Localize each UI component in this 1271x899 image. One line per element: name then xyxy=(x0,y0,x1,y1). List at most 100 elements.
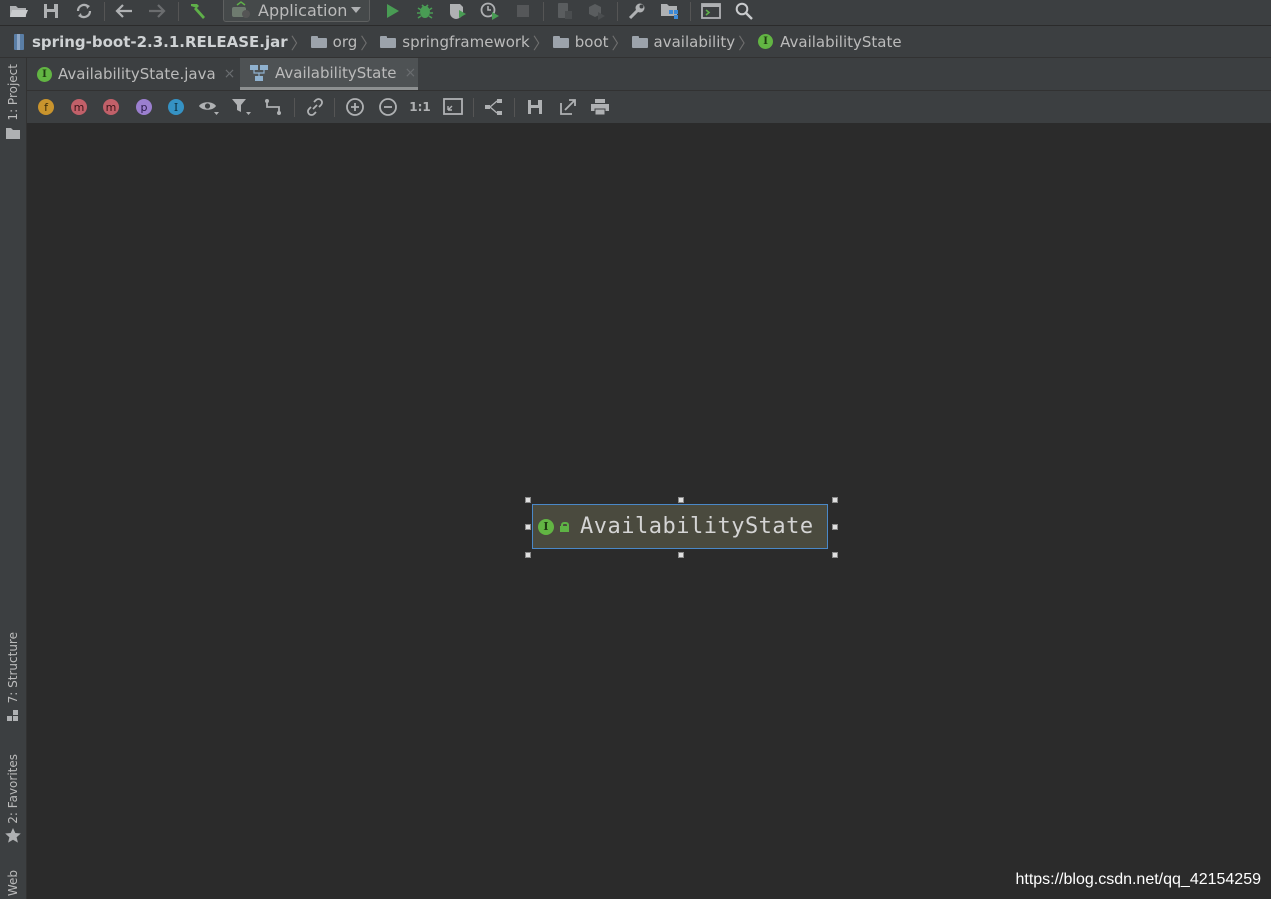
main-toolbar: Application xyxy=(0,0,1271,26)
run-configuration-selector[interactable]: Application xyxy=(223,0,370,22)
layout-button[interactable] xyxy=(483,96,505,118)
breadcrumb-separator: 〉 xyxy=(611,33,628,53)
export-icon xyxy=(560,99,576,115)
resize-handle[interactable] xyxy=(525,497,531,503)
link-icon xyxy=(307,98,323,116)
tab-availabilitystate-diagram[interactable]: AvailabilityState × xyxy=(240,58,418,90)
coverage-icon[interactable] xyxy=(447,0,469,22)
close-icon[interactable]: × xyxy=(404,65,416,81)
show-constructors-button[interactable]: m xyxy=(68,96,90,118)
zoom-out-button[interactable] xyxy=(377,96,399,118)
project-structure-icon[interactable] xyxy=(659,0,681,22)
fit-content-button[interactable] xyxy=(442,96,464,118)
layout-icon xyxy=(485,99,502,115)
folder-icon xyxy=(380,35,397,48)
save-icon xyxy=(528,100,542,114)
actual-size-button[interactable]: 1:1 xyxy=(409,96,431,118)
tab-label: AvailabilityState.java xyxy=(58,65,216,83)
fit-content-icon xyxy=(443,98,463,115)
device-icon[interactable] xyxy=(553,0,575,22)
breadcrumb-class[interactable]: I AvailabilityState xyxy=(758,26,902,57)
zoom-in-button[interactable] xyxy=(344,96,366,118)
breadcrumb-separator: 〉 xyxy=(532,33,549,53)
interface-icon: I xyxy=(758,34,774,49)
tab-availabilitystate-java[interactable]: I AvailabilityState.java × xyxy=(37,58,235,90)
breadcrumb-springframework[interactable]: springframework xyxy=(380,26,530,57)
watermark-text: https://blog.csdn.net/qq_42154259 xyxy=(1015,871,1261,888)
debug-icon[interactable] xyxy=(414,0,436,22)
save-icon[interactable] xyxy=(40,0,62,22)
breadcrumb-springframework-label: springframework xyxy=(402,32,530,51)
terminal-icon[interactable] xyxy=(700,0,722,22)
filter-button[interactable] xyxy=(231,96,253,118)
run-icon[interactable] xyxy=(382,0,404,22)
application-config-icon xyxy=(232,1,250,18)
run-config-label: Application xyxy=(258,0,348,20)
editor-tabs: I AvailabilityState.java × AvailabilityS… xyxy=(27,58,1271,91)
web-tool-tab[interactable]: Web xyxy=(0,870,26,896)
breadcrumb-availability[interactable]: availability xyxy=(631,26,735,57)
dependency-icon xyxy=(265,99,281,115)
breadcrumb-boot[interactable]: boot xyxy=(552,26,609,57)
settings-wrench-icon[interactable] xyxy=(626,0,648,22)
show-dependencies-button[interactable] xyxy=(263,96,285,118)
print-icon xyxy=(591,99,609,116)
diagram-node-availabilitystate[interactable]: I AvailabilityState xyxy=(532,504,828,549)
constructor-icon: m xyxy=(71,99,87,115)
stop-icon[interactable] xyxy=(512,0,534,22)
structure-tool-tab-label: 7: Structure xyxy=(6,632,20,704)
structure-tool-tab[interactable]: 7: Structure xyxy=(0,632,26,723)
forward-arrow-icon[interactable] xyxy=(146,0,168,22)
project-tool-tab-label: 1: Project xyxy=(6,64,20,121)
folder-icon xyxy=(552,35,569,48)
back-arrow-icon[interactable] xyxy=(113,0,135,22)
structure-icon xyxy=(7,710,18,722)
jar-icon xyxy=(14,33,24,50)
web-tool-tab-label: Web xyxy=(6,870,20,897)
resize-handle[interactable] xyxy=(525,552,531,558)
diagram-toolbar: f m m p I 1:1 xyxy=(27,91,1271,124)
show-fields-button[interactable]: f xyxy=(35,96,57,118)
breadcrumb-separator: 〉 xyxy=(290,33,307,53)
open-folder-icon[interactable] xyxy=(8,0,30,22)
link-button[interactable] xyxy=(304,96,326,118)
save-diagram-button[interactable] xyxy=(524,96,546,118)
field-icon: f xyxy=(38,99,54,115)
eye-icon xyxy=(199,102,219,115)
print-button[interactable] xyxy=(589,96,611,118)
build-hammer-icon[interactable] xyxy=(187,0,209,22)
sync-icon[interactable] xyxy=(73,0,95,22)
show-methods-button[interactable]: m xyxy=(100,96,122,118)
show-inner-classes-button[interactable]: I xyxy=(165,96,187,118)
zoom-out-icon xyxy=(379,98,397,116)
resize-handle[interactable] xyxy=(678,497,684,503)
breadcrumb-class-label: AvailabilityState xyxy=(780,32,902,51)
deploy-icon[interactable] xyxy=(585,0,607,22)
method-icon: m xyxy=(103,99,119,115)
resize-handle[interactable] xyxy=(525,524,531,530)
node-label: AvailabilityState xyxy=(580,514,814,539)
project-tool-tab[interactable]: 1: Project xyxy=(0,64,26,139)
breadcrumb-separator: 〉 xyxy=(360,33,377,53)
close-icon[interactable]: × xyxy=(224,66,236,82)
profile-icon[interactable] xyxy=(479,0,501,22)
show-properties-button[interactable]: p xyxy=(133,96,155,118)
breadcrumb-boot-label: boot xyxy=(574,32,609,51)
breadcrumb-jar[interactable]: spring-boot-2.3.1.RELEASE.jar xyxy=(32,26,288,57)
breadcrumb: spring-boot-2.3.1.RELEASE.jar 〉 org 〉 sp… xyxy=(0,26,1271,58)
folder-icon xyxy=(631,35,648,48)
resize-handle[interactable] xyxy=(832,524,838,530)
resize-handle[interactable] xyxy=(832,497,838,503)
visibility-button[interactable] xyxy=(198,96,220,118)
inner-class-icon: I xyxy=(168,99,184,115)
favorites-tool-tab[interactable]: 2: Favorites xyxy=(0,754,26,844)
resize-handle[interactable] xyxy=(832,552,838,558)
favorites-tool-tab-label: 2: Favorites xyxy=(6,754,20,824)
breadcrumb-org-label: org xyxy=(332,32,358,51)
interface-icon: I xyxy=(538,518,554,535)
export-button[interactable] xyxy=(557,96,579,118)
resize-handle[interactable] xyxy=(678,552,684,558)
folder-icon xyxy=(6,127,20,139)
search-icon[interactable] xyxy=(733,0,755,22)
breadcrumb-org[interactable]: org xyxy=(310,26,358,57)
